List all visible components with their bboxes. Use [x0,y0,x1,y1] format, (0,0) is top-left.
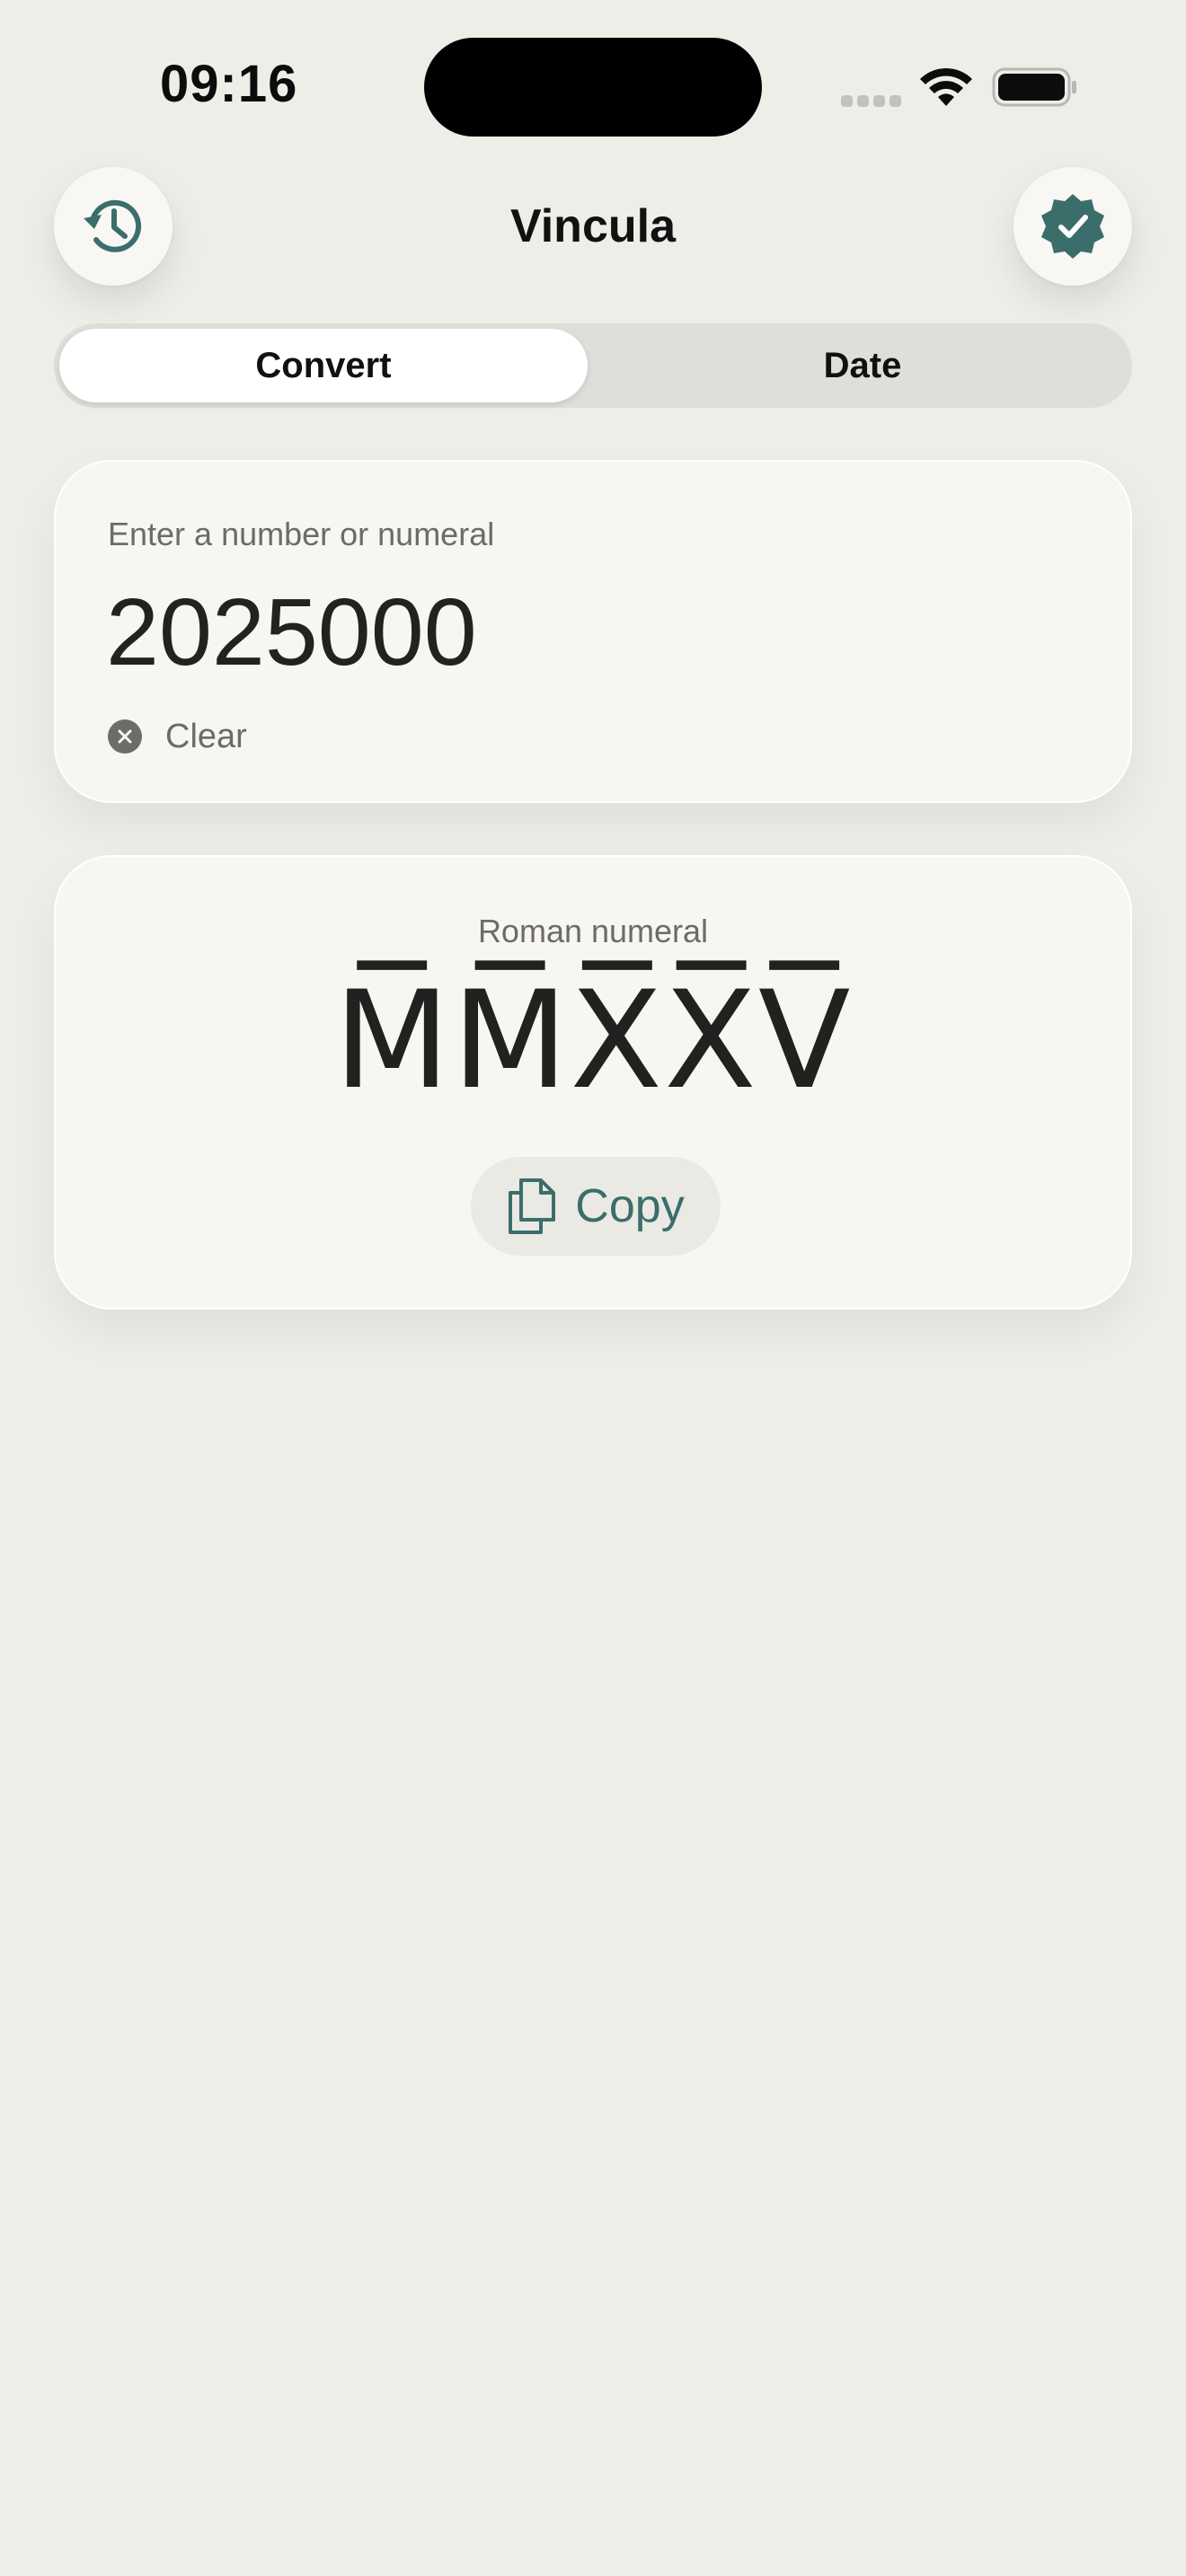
battery-icon [992,67,1076,107]
wifi-icon [920,67,972,106]
copy-label: Copy [575,1180,685,1232]
mode-segmented-control: Convert Date [54,323,1132,408]
app-title: Vincula [509,200,676,252]
verified-badge-icon [1041,194,1104,259]
copy-button[interactable]: Copy [471,1157,721,1256]
clear-button[interactable]: Clear [108,711,247,762]
clear-label: Clear [165,717,247,755]
status-time: 09:16 [160,55,298,113]
tab-convert[interactable]: Convert [59,329,588,402]
app-screen: 09:16 Vincula Convert Date Enter a numbe… [0,0,1186,2576]
status-bar: 09:16 [0,0,1186,171]
input-card: Enter a number or numeral 2025000 Clear [54,460,1132,803]
number-input[interactable]: 2025000 [106,578,477,687]
copy-document-icon [509,1178,556,1234]
cellular-signal-icon [841,95,906,111]
result-card: Roman numeral M̅M̅X̅X̅V̅ Copy [54,855,1132,1310]
tab-date[interactable]: Date [598,329,1127,402]
input-label: Enter a number or numeral [108,516,495,552]
verified-button[interactable] [1013,167,1132,286]
roman-numeral-output: M̅M̅X̅X̅V̅ [333,963,853,1119]
dynamic-island [424,38,762,137]
result-label: Roman numeral [477,913,709,949]
clear-x-icon [108,719,142,754]
